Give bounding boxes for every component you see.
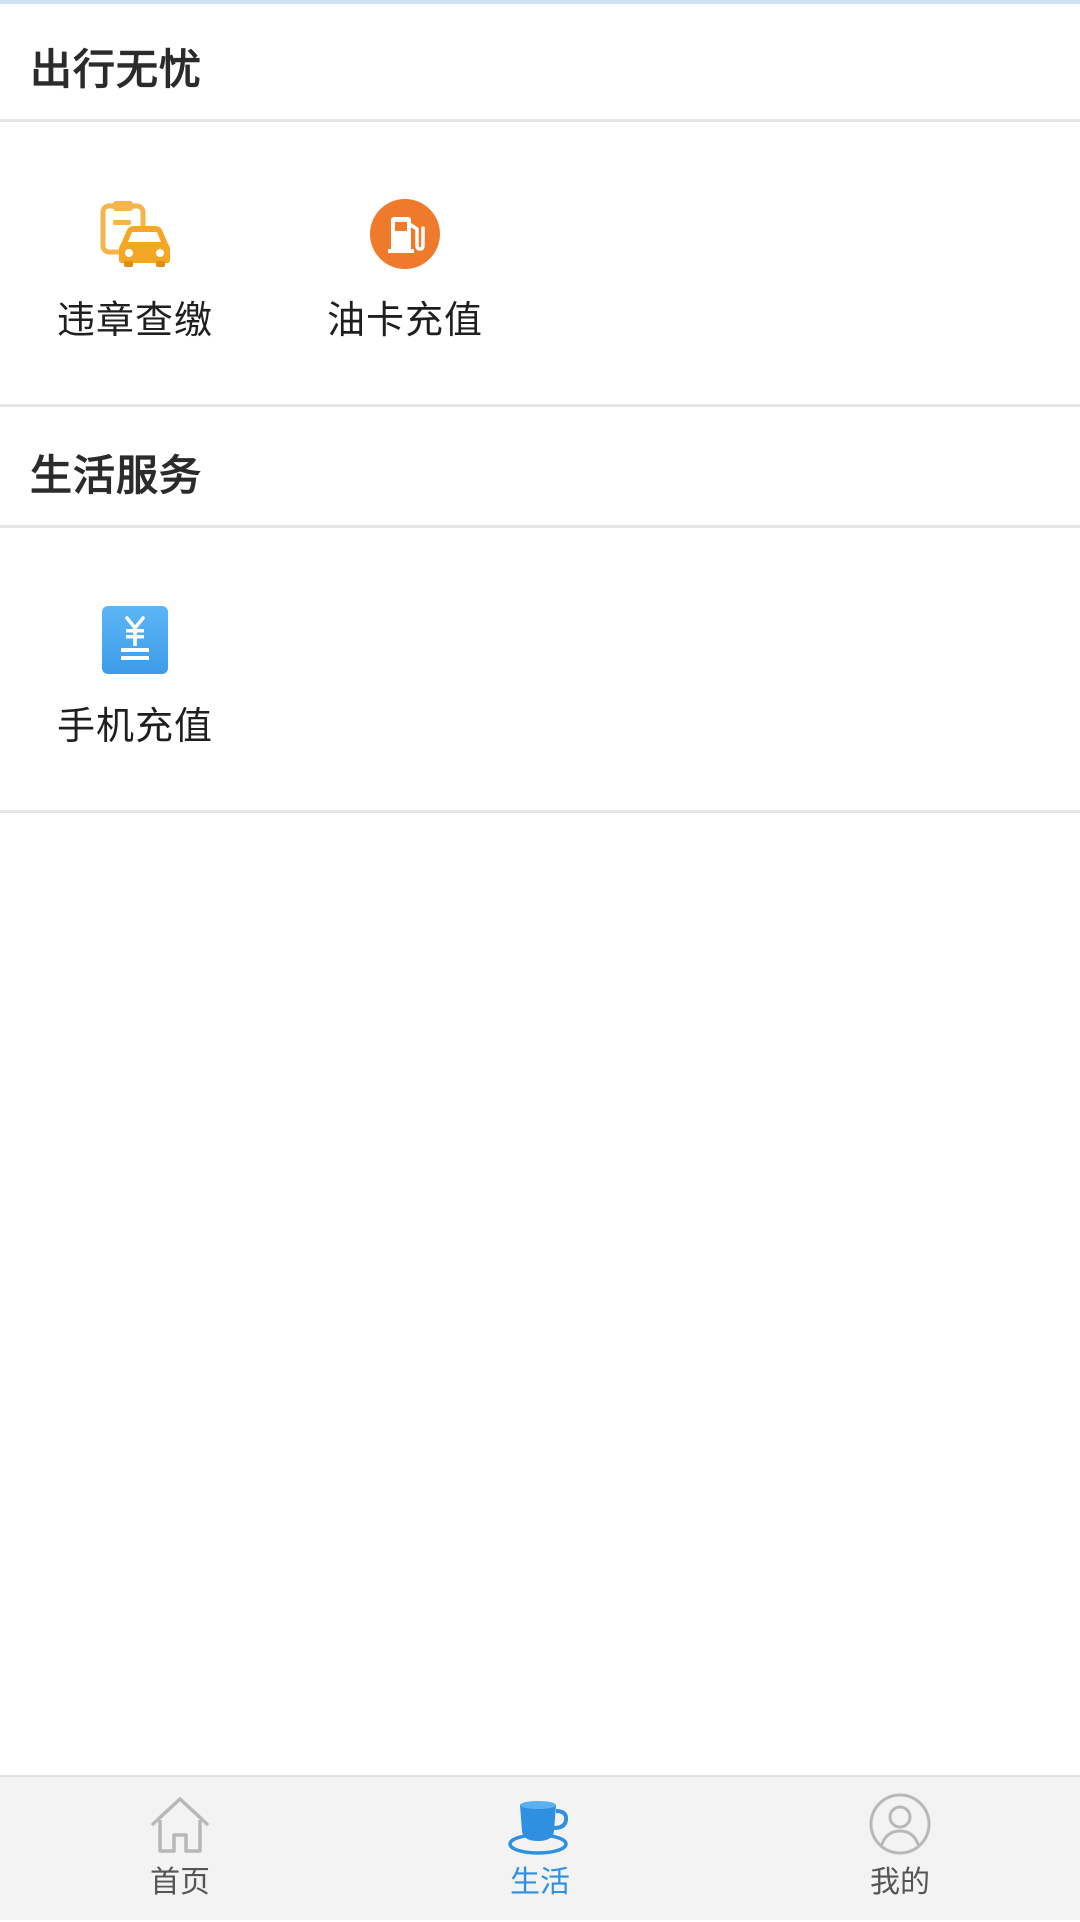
tab-label: 我的: [870, 1865, 930, 1900]
section-header-life: 生活服务: [0, 410, 1080, 528]
car-violation-icon: [99, 198, 171, 270]
section-header-travel: 出行无忧: [0, 4, 1080, 122]
service-label: 油卡充值: [326, 298, 483, 342]
tab-label: 首页: [150, 1865, 210, 1900]
service-label: 违章查缴: [56, 298, 213, 342]
service-tile-violation[interactable]: 违章查缴: [0, 122, 270, 404]
tab-life[interactable]: 生活: [360, 1777, 720, 1922]
tab-label: 生活: [510, 1865, 570, 1900]
service-tile-fuel-card[interactable]: 油卡充值: [270, 122, 540, 404]
service-grid-life: 手机充值: [0, 528, 1080, 813]
fuel-pump-icon: [369, 198, 441, 270]
service-grid-travel: 违章查缴 油卡充值: [0, 122, 1080, 407]
user-icon: [867, 1791, 933, 1857]
home-icon: [147, 1791, 213, 1857]
service-tile-mobile-recharge[interactable]: 手机充值: [0, 528, 270, 810]
coffee-cup-icon: [507, 1791, 573, 1857]
section-title: 生活服务: [30, 451, 203, 500]
service-label: 手机充值: [56, 704, 213, 748]
section-title: 出行无忧: [30, 45, 203, 94]
yuan-recharge-icon: [99, 604, 171, 676]
tab-mine[interactable]: 我的: [720, 1777, 1080, 1922]
bottom-tab-bar: 首页 生活 我的: [0, 1775, 1080, 1920]
tab-home[interactable]: 首页: [0, 1777, 360, 1922]
